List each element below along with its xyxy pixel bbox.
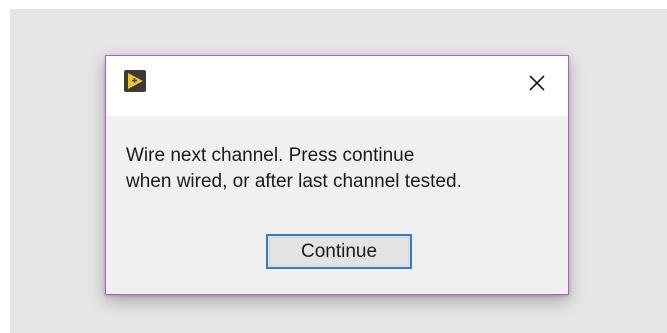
message-line-1: Wire next channel. Press continue <box>126 145 415 166</box>
arrow-mark-v <box>133 78 136 83</box>
message-line-2: when wired, or after last channel tested… <box>126 171 462 192</box>
labview-run-arrow-icon <box>124 70 146 92</box>
close-button[interactable] <box>520 68 554 98</box>
dialog-message: Wire next channel. Press continue when w… <box>126 143 556 195</box>
run-arrow-graphic <box>128 73 143 89</box>
dialog-titlebar <box>106 56 568 116</box>
continue-button[interactable]: Continue <box>266 234 412 269</box>
close-x-icon <box>529 75 545 91</box>
continue-button-label: Continue <box>300 240 378 262</box>
message-dialog: Wire next channel. Press continue when w… <box>105 55 569 295</box>
